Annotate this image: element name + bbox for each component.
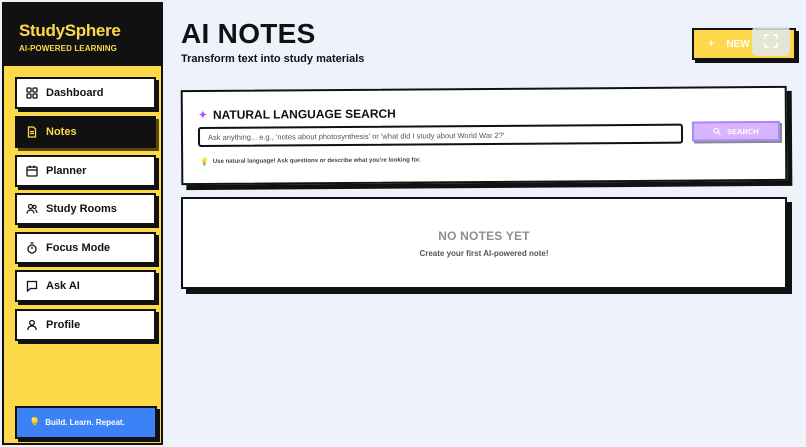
sidebar-item-planner[interactable]: Planner: [15, 155, 156, 187]
empty-state-subtitle: Create your first AI-powered note!: [419, 249, 549, 258]
sidebar-item-label: Profile: [46, 319, 81, 331]
sidebar-item-notes[interactable]: Notes: [15, 116, 156, 148]
search-icon: [713, 127, 721, 136]
sparkle-icon: ✦: [197, 107, 208, 122]
calendar-icon: [26, 165, 38, 177]
sidebar-item-label: Planner: [46, 165, 87, 177]
search-button[interactable]: SEARCH: [691, 120, 781, 142]
motto-banner: 💡 Build. Learn. Repeat.: [15, 406, 157, 439]
expand-icon: [764, 34, 778, 48]
brand-tagline: AI-POWERED LEARNING: [19, 44, 117, 53]
lightbulb-icon: 💡: [29, 417, 41, 427]
chat-icon: [26, 280, 38, 292]
search-hint: 💡 Use natural language! Ask questions or…: [200, 156, 421, 166]
search-heading: ✦ NATURAL LANGUAGE SEARCH: [198, 107, 396, 122]
page-subtitle: Transform text into study materials: [181, 53, 365, 65]
search-button-label: SEARCH: [727, 126, 759, 136]
sidebar-item-focus-mode[interactable]: Focus Mode: [15, 232, 156, 264]
search-card: ✦ NATURAL LANGUAGE SEARCH SEARCH 💡 Use n…: [180, 85, 788, 186]
sidebar-item-profile[interactable]: Profile: [15, 309, 156, 341]
sidebar-item-label: Ask AI: [46, 280, 80, 292]
brand-header: StudySphere AI-POWERED LEARNING: [4, 4, 161, 66]
sidebar-item-label: Focus Mode: [46, 242, 111, 254]
empty-state-title: NO NOTES YET: [438, 229, 530, 243]
sidebar-item-ask-ai[interactable]: Ask AI: [15, 270, 156, 302]
lightbulb-icon: 💡: [200, 158, 209, 166]
sidebar-item-study-rooms[interactable]: Study Rooms: [15, 193, 156, 225]
new-note-label: NEW: [726, 38, 750, 50]
motto-text: Build. Learn. Repeat.: [45, 418, 125, 427]
search-input[interactable]: [197, 123, 684, 147]
fullscreen-button[interactable]: [752, 26, 790, 56]
sidebar: StudySphere AI-POWERED LEARNING Dashboar…: [2, 2, 163, 445]
user-icon: [26, 319, 38, 331]
users-icon: [26, 203, 38, 215]
search-heading-text: NATURAL LANGUAGE SEARCH: [212, 106, 396, 122]
timer-icon: [26, 242, 38, 254]
plus-icon: +: [708, 38, 715, 50]
page-title: AI NOTES: [181, 18, 316, 49]
document-icon: [26, 126, 38, 138]
empty-state-card: NO NOTES YET Create your first AI-powere…: [181, 197, 787, 289]
grid-icon: [26, 87, 38, 99]
sidebar-item-dashboard[interactable]: Dashboard: [15, 77, 156, 109]
brand-name: StudySphere: [19, 21, 121, 40]
search-hint-text: Use natural language! Ask questions or d…: [212, 157, 421, 165]
sidebar-item-label: Study Rooms: [46, 203, 117, 215]
sidebar-item-label: Notes: [46, 126, 77, 138]
sidebar-item-label: Dashboard: [46, 87, 104, 99]
